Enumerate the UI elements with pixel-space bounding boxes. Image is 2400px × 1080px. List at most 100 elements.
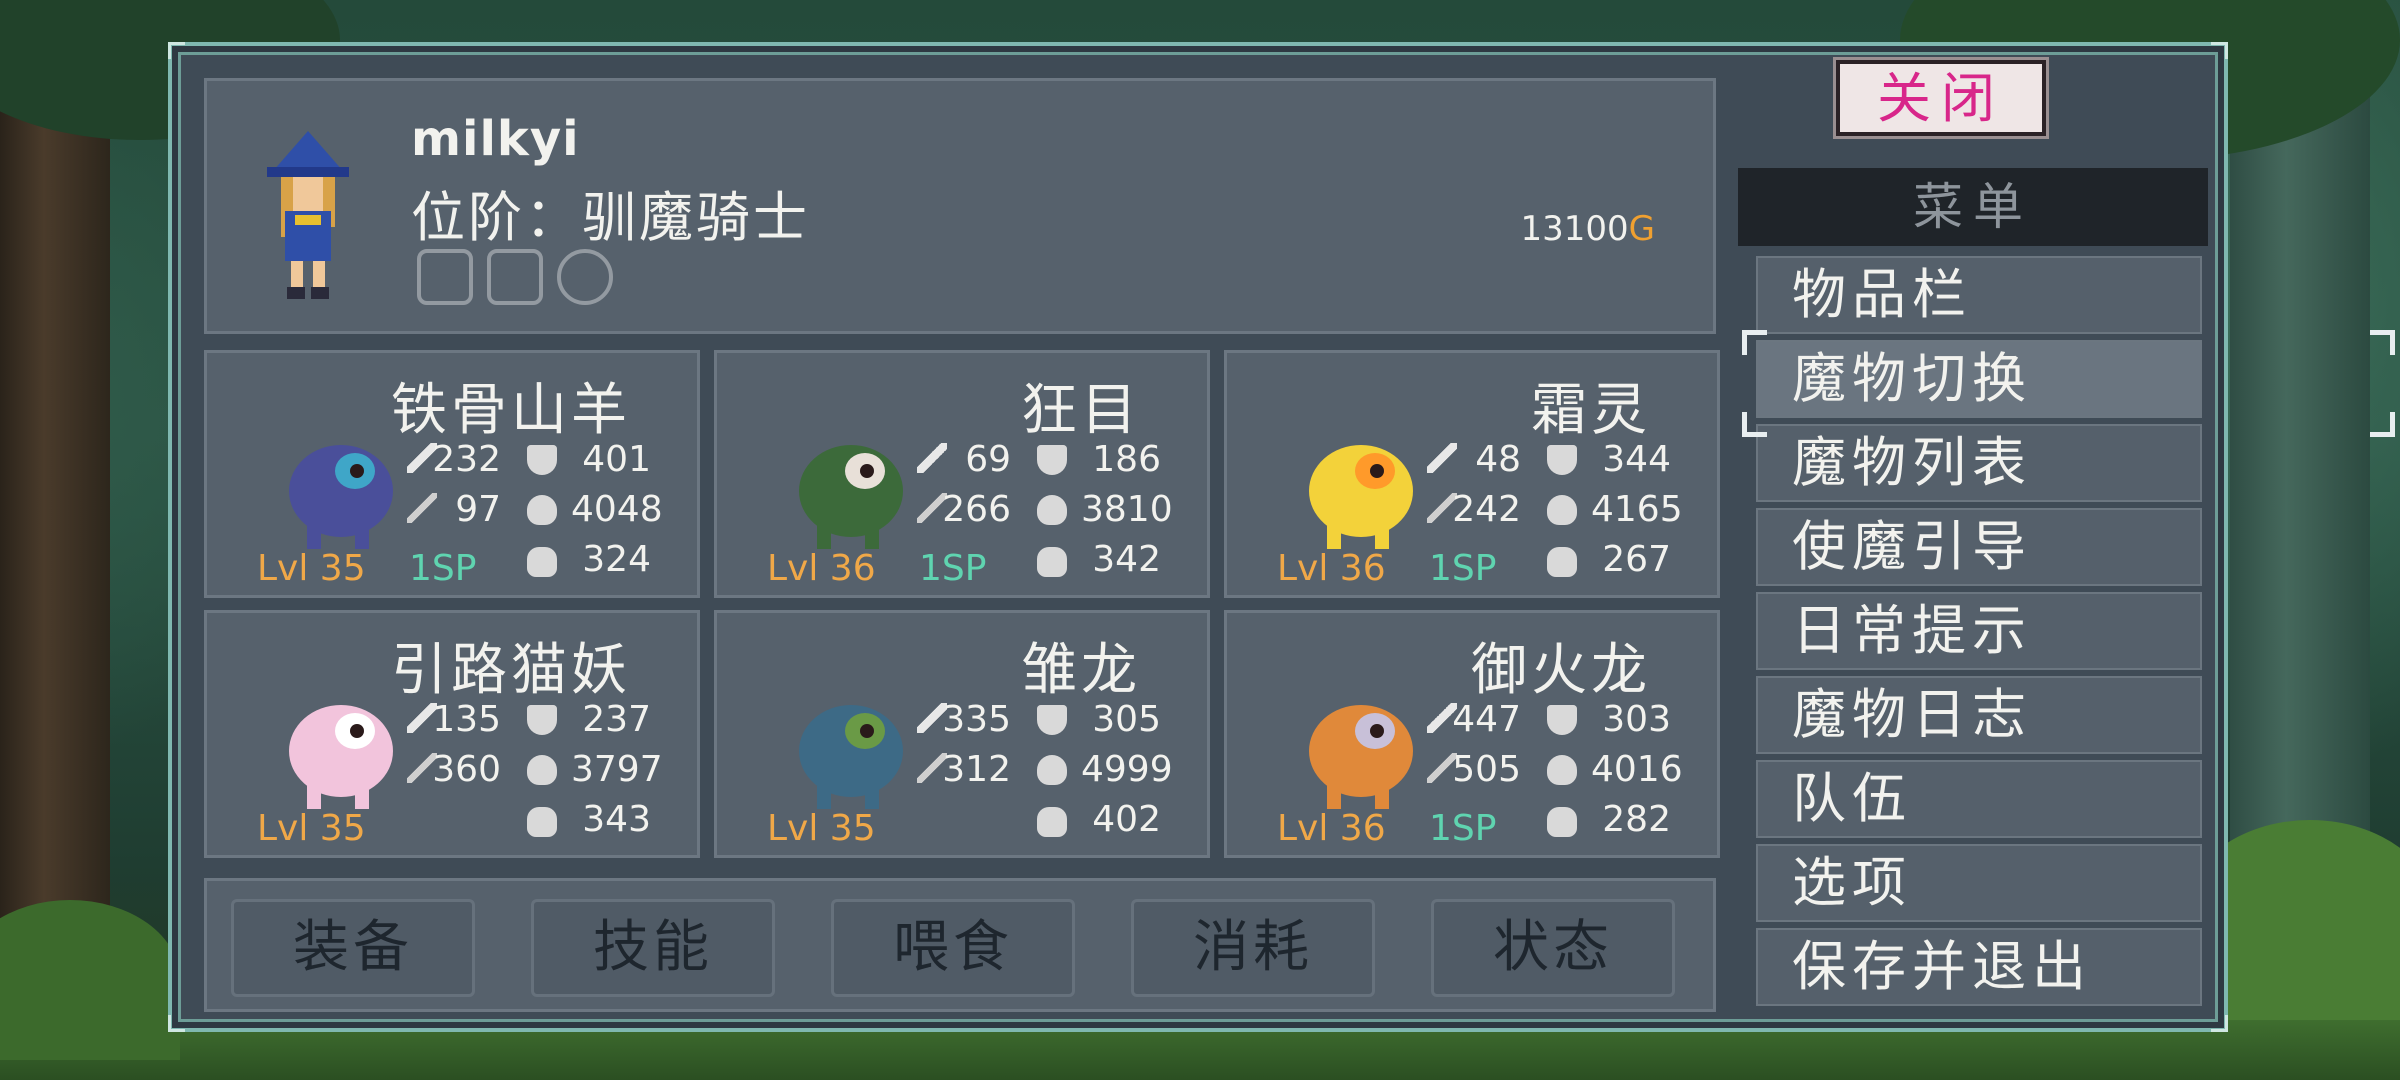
shield-icon (1547, 705, 1577, 735)
monster-card[interactable]: 御火龙 447 303 505 4016 282 Lvl 36 1SP (1224, 610, 1720, 858)
food-bag-icon (1037, 547, 1067, 577)
frame-corner (168, 1015, 185, 1032)
menu-item-party[interactable]: 队伍 (1756, 760, 2202, 838)
monster-switch-window: milkyi 位阶：驯魔骑士 13100G 铁骨山羊 232 401 97 4048 32… (168, 42, 2395, 1032)
attack-value: 232 (432, 439, 501, 480)
armor-slot-icon[interactable] (487, 249, 543, 305)
food-value: 267 (1602, 539, 1671, 580)
bush (0, 900, 180, 1060)
skill-points-label: 1SP (1429, 548, 1497, 589)
food-value: 342 (1092, 539, 1161, 580)
monster-name: 铁骨山羊 (391, 378, 631, 443)
level-label: Lvl 35 (257, 548, 366, 589)
magic-value: 505 (1452, 749, 1521, 790)
monster-name: 御火龙 (1471, 638, 1651, 703)
player-avatar (267, 131, 349, 299)
gold-value: 13100 (1520, 209, 1629, 249)
defense-value: 344 (1602, 439, 1671, 480)
skill-points-label: 1SP (1429, 808, 1497, 849)
shield-icon (527, 445, 557, 475)
menu-item-inventory[interactable]: 物品栏 (1756, 256, 2202, 334)
monster-sprite (1309, 445, 1413, 549)
weapon-slot-icon[interactable] (417, 249, 473, 305)
health-value: 4165 (1591, 489, 1683, 530)
selection-cursor (1742, 330, 1767, 355)
magic-value: 97 (455, 489, 501, 530)
attack-value: 48 (1475, 439, 1521, 480)
menu-item-monster-list[interactable]: 魔物列表 (1756, 424, 2202, 502)
health-value: 3810 (1081, 489, 1173, 530)
food-bag-icon (1547, 547, 1577, 577)
shield-icon (1547, 445, 1577, 475)
magic-value: 360 (432, 749, 501, 790)
attack-value: 135 (432, 699, 501, 740)
heart-icon (1037, 495, 1067, 525)
defense-value: 186 (1092, 439, 1161, 480)
equip-button[interactable]: 装备 (231, 899, 475, 997)
menu-item-daily-tips[interactable]: 日常提示 (1756, 592, 2202, 670)
monster-card[interactable]: 引路猫妖 135 237 360 3797 343 Lvl 35 (204, 610, 700, 858)
menu-item-monster-journal[interactable]: 魔物日志 (1756, 676, 2202, 754)
defense-value: 237 (582, 699, 651, 740)
gold-amount: 13100G (1520, 209, 1655, 249)
level-label: Lvl 35 (257, 808, 366, 849)
heart-icon (1547, 495, 1577, 525)
magic-value: 266 (942, 489, 1011, 530)
menu-item-familiar-guide[interactable]: 使魔引导 (1756, 508, 2202, 586)
close-button[interactable]: 关闭 (1836, 60, 2046, 136)
skill-points-label: 1SP (919, 548, 987, 589)
monster-card[interactable]: 铁骨山羊 232 401 97 4048 324 Lvl 35 1SP (204, 350, 700, 598)
monster-sprite (289, 445, 393, 549)
monster-card[interactable]: 雏龙 335 305 312 4999 402 Lvl 35 (714, 610, 1210, 858)
defense-value: 305 (1092, 699, 1161, 740)
food-value: 343 (582, 799, 651, 840)
monster-sprite (799, 445, 903, 549)
food-value: 282 (1602, 799, 1671, 840)
monster-name: 狂目 (1021, 378, 1141, 443)
player-rank: 位阶：驯魔骑士 (411, 186, 810, 249)
food-bag-icon (1037, 807, 1067, 837)
frame-corner (2211, 42, 2228, 59)
selection-cursor (1742, 412, 1767, 437)
skills-button[interactable]: 技能 (531, 899, 775, 997)
magic-value: 242 (1452, 489, 1521, 530)
accessory-slot-icon[interactable] (557, 249, 613, 305)
menu-item-monster-switch[interactable]: 魔物切换 (1756, 340, 2202, 418)
equipment-slots (417, 249, 613, 305)
status-button[interactable]: 状态 (1431, 899, 1675, 997)
health-value: 4016 (1591, 749, 1683, 790)
frame-corner (168, 42, 185, 59)
defense-value: 401 (582, 439, 651, 480)
monster-card[interactable]: 霜灵 48 344 242 4165 267 Lvl 36 1SP (1224, 350, 1720, 598)
menu-item-options[interactable]: 选项 (1756, 844, 2202, 922)
monster-sprite (799, 705, 903, 809)
level-label: Lvl 35 (767, 808, 876, 849)
monster-name: 雏龙 (1021, 638, 1141, 703)
menu-header: 菜单 (1738, 168, 2208, 246)
player-info-panel: milkyi 位阶：驯魔骑士 13100G (204, 78, 1716, 334)
level-label: Lvl 36 (1277, 808, 1386, 849)
menu-item-save-and-quit[interactable]: 保存并退出 (1756, 928, 2202, 1006)
shield-icon (527, 705, 557, 735)
level-label: Lvl 36 (767, 548, 876, 589)
selection-cursor (2370, 412, 2395, 437)
monster-card[interactable]: 狂目 69 186 266 3810 342 Lvl 36 1SP (714, 350, 1210, 598)
monster-name: 霜灵 (1531, 378, 1651, 443)
monster-sprite (289, 705, 393, 809)
food-value: 402 (1092, 799, 1161, 840)
consume-button[interactable]: 消耗 (1131, 899, 1375, 997)
food-bag-icon (527, 807, 557, 837)
level-label: Lvl 36 (1277, 548, 1386, 589)
gold-unit: G (1628, 209, 1655, 249)
magic-value: 312 (942, 749, 1011, 790)
shield-icon (1037, 705, 1067, 735)
attack-value: 447 (1452, 699, 1521, 740)
heart-icon (1547, 755, 1577, 785)
defense-value: 303 (1602, 699, 1671, 740)
attack-value: 335 (942, 699, 1011, 740)
monster-sprite (1309, 705, 1413, 809)
health-value: 3797 (571, 749, 663, 790)
feed-button[interactable]: 喂食 (831, 899, 1075, 997)
frame-corner (2211, 1015, 2228, 1032)
attack-value: 69 (965, 439, 1011, 480)
